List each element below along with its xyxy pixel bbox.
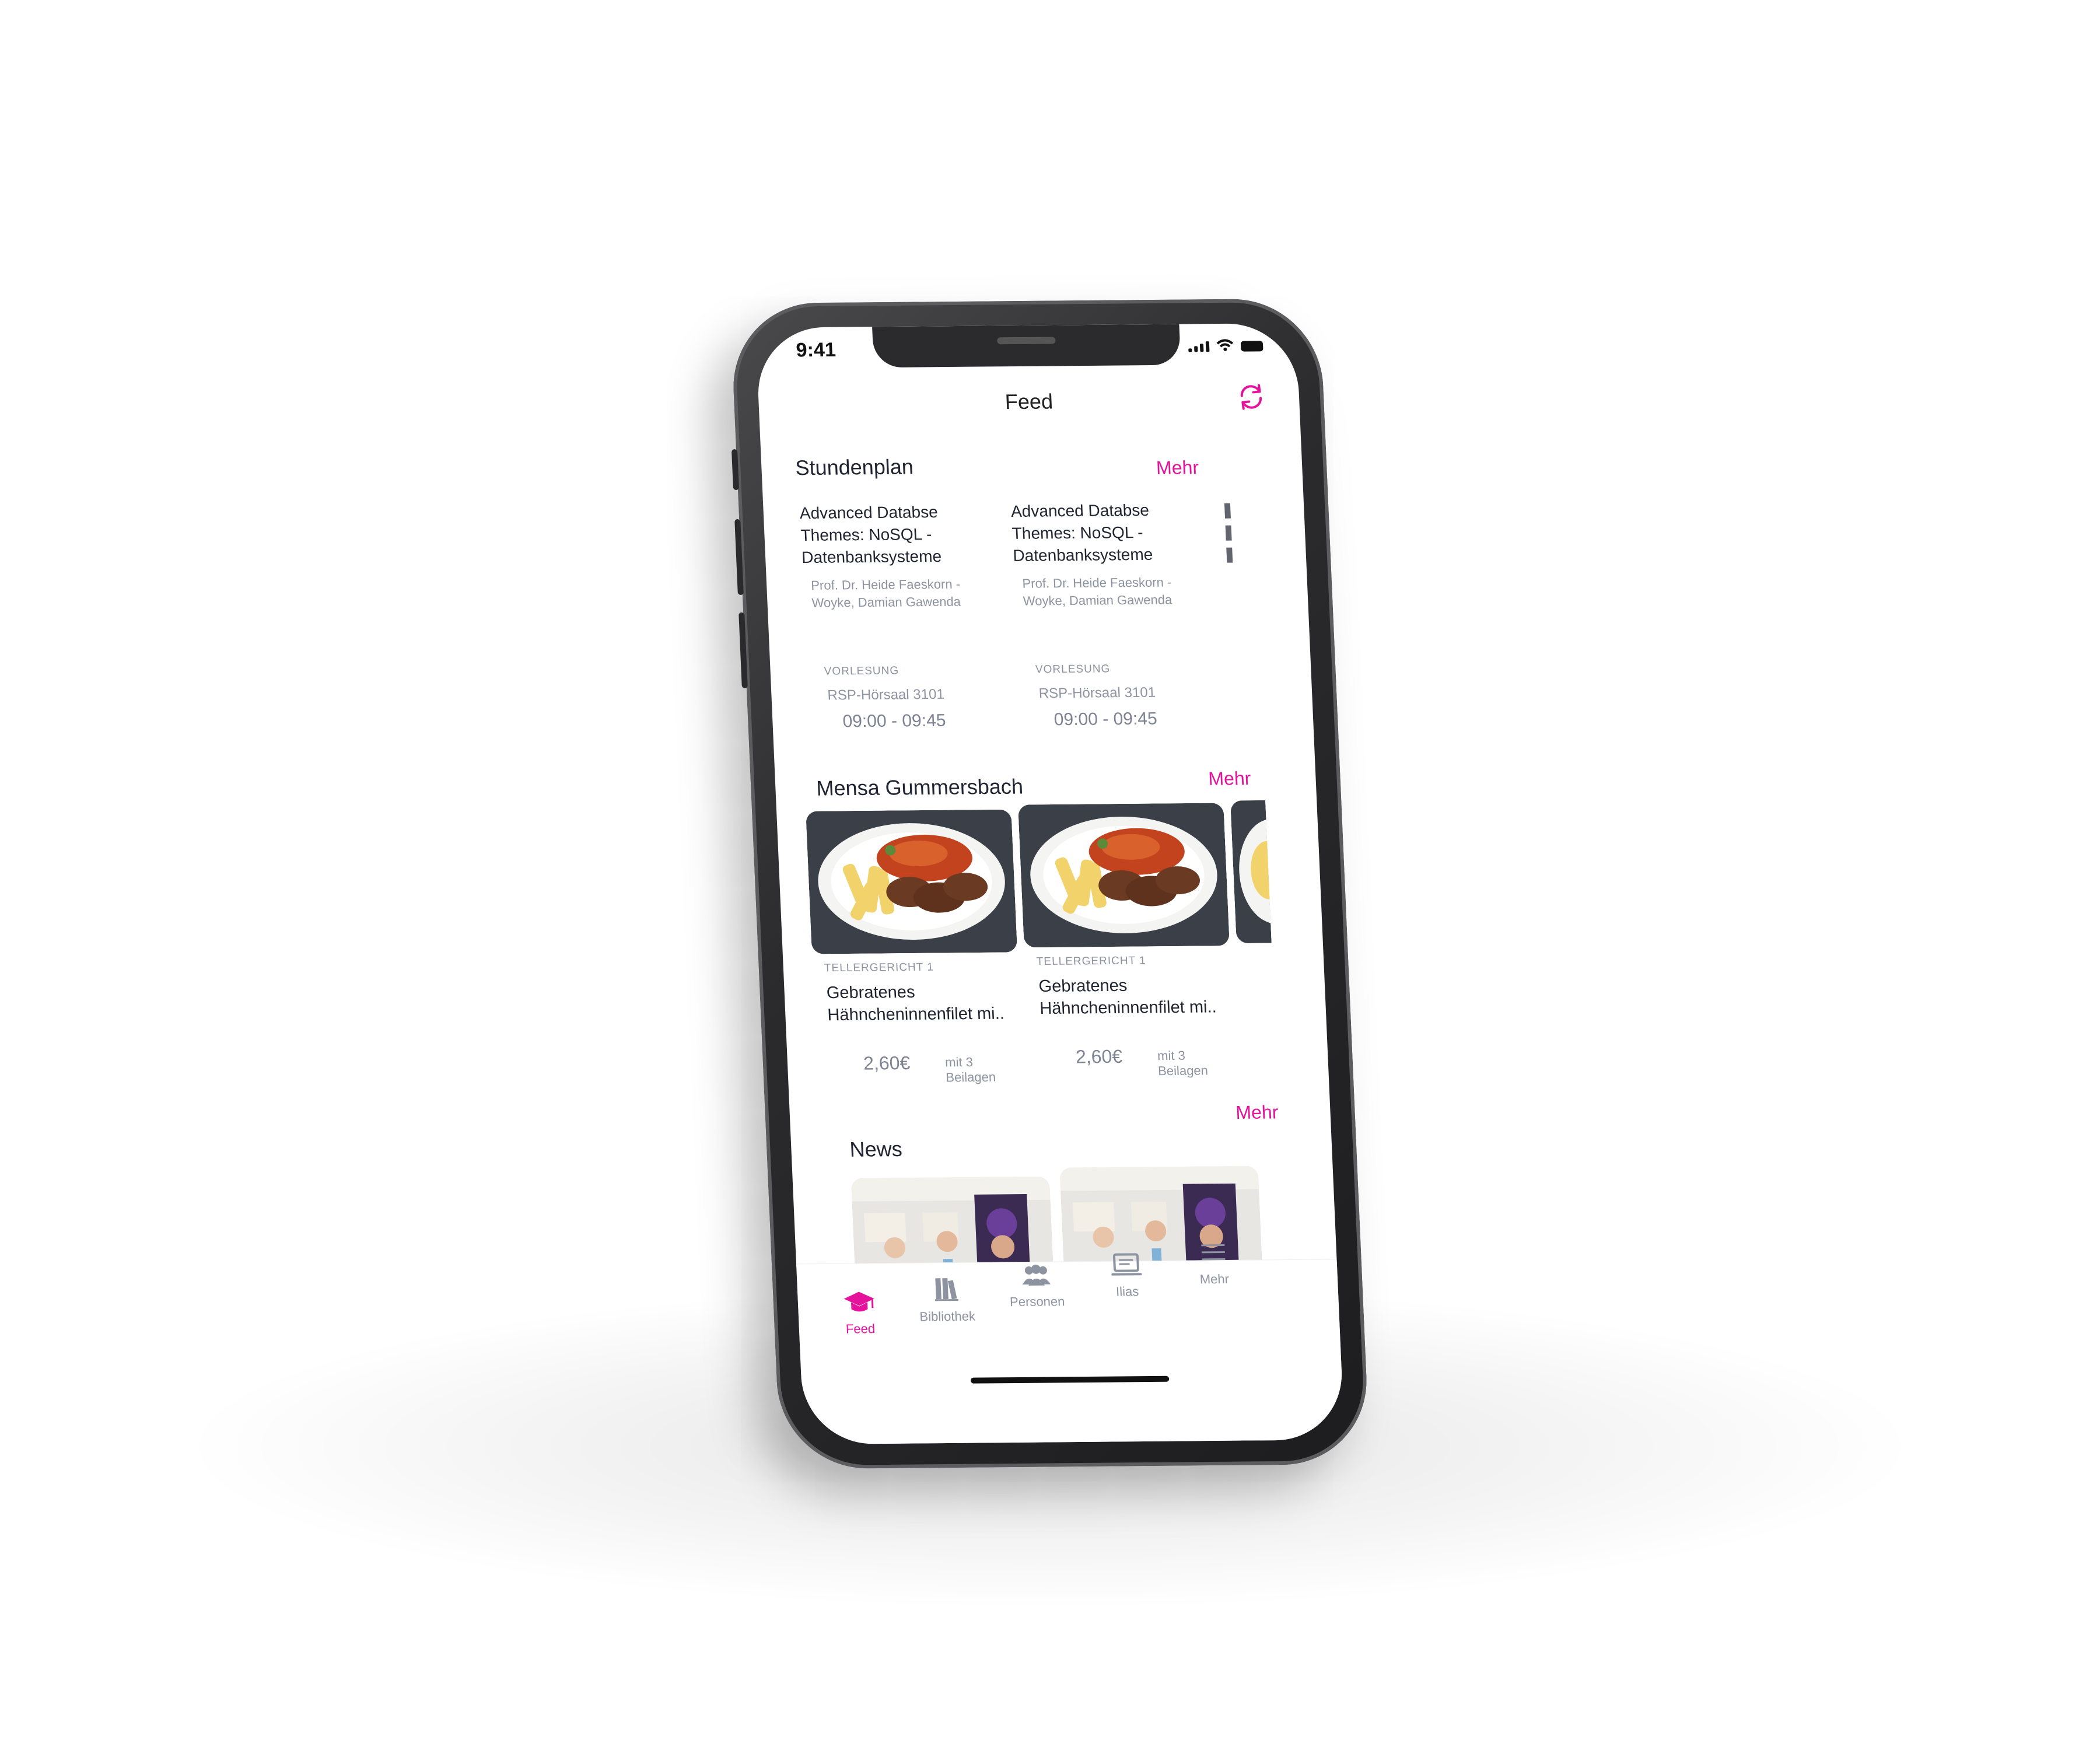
meal-note: mit 3 Beilagen <box>1157 1048 1209 1079</box>
tab-label: Bibliothek <box>919 1308 976 1324</box>
meal-card[interactable]: TELLERGERICHT 1 Gebratenes Hähncheninnen… <box>806 809 1020 1084</box>
lecture-room: RSP-Hörsaal 3101 <box>1038 684 1156 702</box>
tab-feed[interactable]: Feed <box>821 1289 899 1337</box>
meal-image <box>806 809 1018 954</box>
meal-name: Gebratenes Hähncheninnenfilet mi.. <box>826 982 1005 1025</box>
lecture-title: Advanced Databse Themes: NoSQL - Datenba… <box>1010 501 1153 565</box>
phone-mockup: 9:41 Feed Stundenplan Mehr Advanced Data… <box>730 298 1370 1469</box>
speaker <box>997 337 1056 345</box>
meal-card[interactable]: TELLERGERICHT 1 Gebratenes Hähncheninnen… <box>1018 803 1233 1078</box>
mute-switch <box>731 449 740 491</box>
lecture-time: 09:00 - 09:45 <box>1054 709 1158 730</box>
signal-icon <box>1188 341 1210 352</box>
meal-name: Gebratenes Hähncheninnenfilet mi.. <box>1038 976 1217 1019</box>
volume-down-button <box>738 612 748 688</box>
tab-label: Feed <box>845 1321 876 1336</box>
news-more-link[interactable]: Mehr <box>1236 1101 1279 1124</box>
books-icon <box>935 1278 959 1301</box>
phone-screen: 9:41 Feed Stundenplan Mehr Advanced Data… <box>755 323 1345 1445</box>
tab-label: Ilias <box>1115 1284 1139 1299</box>
wifi-icon <box>1216 339 1234 351</box>
lecture-card-peek[interactable] <box>1224 498 1269 743</box>
lecture-lecturer: Prof. Dr. Heide Faeskorn - Woyke, Damian… <box>810 576 961 610</box>
tab-personen[interactable]: Personen <box>998 1262 1076 1310</box>
schedule-section-title: Stundenplan <box>794 454 914 480</box>
page-title: Feed <box>1004 389 1054 414</box>
lecture-card[interactable]: Advanced Databse Themes: NoSQL - Datenba… <box>1010 499 1190 729</box>
mensa-more-link[interactable]: Mehr <box>1208 768 1252 790</box>
meal-category: TELLERGERICHT 1 <box>824 961 935 975</box>
tab-mehr[interactable]: Mehr <box>1175 1240 1253 1287</box>
meal-image <box>1018 803 1230 948</box>
tab-bibliothek[interactable]: Bibliothek <box>908 1275 986 1325</box>
lecture-room: RSP-Hörsaal 3101 <box>827 686 945 704</box>
graduation-cap-icon <box>844 1292 874 1312</box>
lecture-type: VORLESUNG <box>1035 663 1111 676</box>
refresh-icon[interactable] <box>1236 382 1267 412</box>
phone-frame: 9:41 Feed Stundenplan Mehr Advanced Data… <box>730 298 1370 1469</box>
schedule-more-link[interactable]: Mehr <box>1156 457 1199 479</box>
meal-category: TELLERGERICHT 1 <box>1036 954 1147 968</box>
meal-note: mit 3 Beilagen <box>944 1054 996 1085</box>
tab-bar: Feed Bibliothek Personen Ilias Mehr <box>796 1244 1345 1445</box>
volume-up-button <box>734 519 744 595</box>
notch <box>872 324 1181 368</box>
people-icon <box>1022 1264 1051 1286</box>
mensa-section-title: Mensa Gummersbach <box>816 774 1024 800</box>
status-icons <box>1188 338 1264 352</box>
meal-price: 2,60€ <box>1075 1045 1123 1068</box>
tab-label: Personen <box>1009 1294 1065 1310</box>
tab-ilias[interactable]: Ilias <box>1088 1252 1166 1300</box>
news-section-title: News <box>849 1136 903 1161</box>
menu-icon <box>1201 1244 1226 1261</box>
meal-price: 2,60€ <box>863 1052 911 1074</box>
lecture-card[interactable]: Advanced Databse Themes: NoSQL - Datenba… <box>799 501 979 731</box>
meal-card-peek[interactable] <box>1230 800 1272 944</box>
status-time: 9:41 <box>795 338 836 362</box>
battery-icon <box>1240 341 1264 352</box>
laptop-icon <box>1111 1253 1142 1276</box>
lecture-type: VORLESUNG <box>824 664 900 678</box>
lecture-lecturer: Prof. Dr. Heide Faeskorn - Woyke, Damian… <box>1021 575 1172 608</box>
tab-label: Mehr <box>1199 1271 1230 1287</box>
lecture-title: Advanced Databse Themes: NoSQL - Datenba… <box>799 503 942 567</box>
lecture-time: 09:00 - 09:45 <box>842 710 947 732</box>
